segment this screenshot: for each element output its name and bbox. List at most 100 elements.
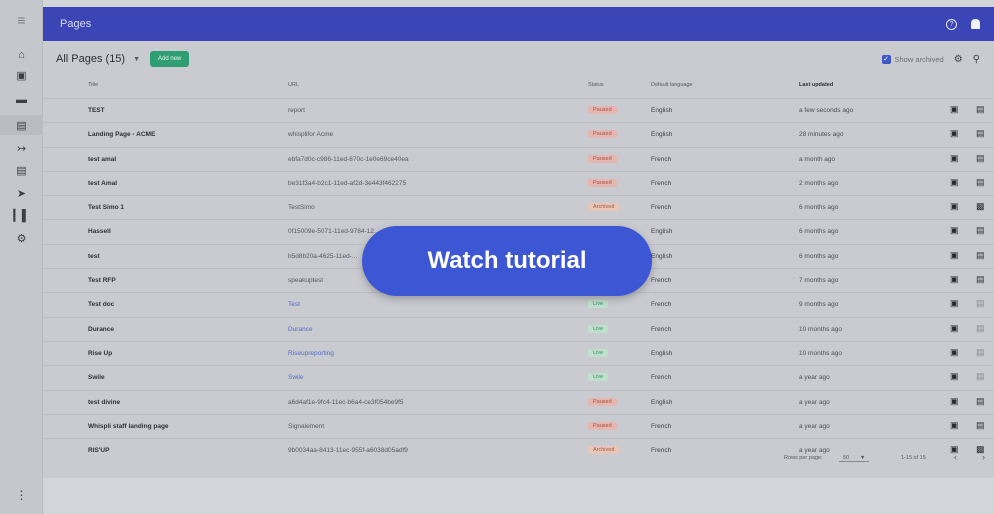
header-language[interactable]: Default language: [651, 82, 693, 88]
archive-icon[interactable]: ▤: [976, 347, 985, 358]
archive-icon[interactable]: ▤: [976, 323, 985, 334]
duplicate-icon[interactable]: ▣: [950, 177, 959, 188]
header-updated[interactable]: Last updated: [799, 82, 833, 88]
archive-icon[interactable]: ▤: [976, 274, 985, 285]
help-circle-icon[interactable]: ?: [946, 18, 957, 30]
row-title: Test Simo 1: [88, 204, 125, 212]
duplicate-icon[interactable]: ▣: [950, 347, 959, 358]
duplicate-icon[interactable]: ▣: [950, 201, 959, 212]
archive-icon[interactable]: ▤: [976, 298, 985, 309]
duplicate-icon[interactable]: ▣: [950, 371, 959, 382]
archive-icon[interactable]: ▤: [976, 128, 985, 139]
forward-icon[interactable]: ↣: [0, 138, 43, 158]
page-title: Pages: [60, 18, 92, 30]
folder-icon[interactable]: ▬: [0, 90, 43, 110]
table-row[interactable]: Swile Swile Live French a year ago ▣ ▤: [43, 365, 994, 389]
row-url: whisplifor Acme: [288, 131, 334, 139]
rows-per-page-select[interactable]: 50 ▼: [839, 455, 870, 462]
archive-icon[interactable]: ▤: [976, 250, 985, 261]
row-title: Test doc: [88, 301, 115, 309]
clipboard-icon[interactable]: ▤: [0, 160, 43, 180]
status-badge: Paused: [588, 178, 617, 187]
row-updated: 10 months ago: [799, 349, 843, 357]
row-url: b5d8b20a-4625-11ed-...: [288, 252, 358, 260]
row-url[interactable]: Swile: [288, 374, 304, 381]
table-row[interactable]: Landing Page - ACME whisplifor Acme Paused…: [43, 122, 994, 146]
image-icon[interactable]: ▤: [0, 115, 43, 135]
row-title: Swile: [88, 374, 105, 382]
add-new-button[interactable]: Add new: [150, 51, 190, 67]
menu-icon[interactable]: ≡: [0, 0, 43, 40]
row-updated: 6 months ago: [799, 204, 839, 212]
duplicate-icon[interactable]: ▣: [950, 396, 959, 407]
row-url: report: [288, 107, 305, 114]
duplicate-icon[interactable]: ▣: [950, 323, 959, 334]
table-row[interactable]: Rise Up Riseupreporting Live English 10 mont…: [43, 340, 994, 365]
table-row[interactable]: test divine a6d4af1e-9fc4-11ec-b6a4-ce3f0…: [43, 389, 994, 414]
archive-icon[interactable]: ▤: [976, 420, 985, 431]
table-pagination: Rows per page: 50 ▼ 1-15 of 15 ‹ ›: [43, 451, 994, 471]
watch-tutorial-button[interactable]: Watch tutorial: [362, 226, 652, 296]
row-updated: a year ago: [799, 374, 830, 382]
show-archived-label: Show archived: [894, 54, 944, 64]
archive-icon[interactable]: ▤: [976, 104, 985, 115]
archive-icon[interactable]: ▤: [976, 153, 985, 164]
status-badge: Live: [588, 324, 609, 333]
row-url[interactable]: Riseupreporting: [288, 350, 334, 357]
table-row[interactable]: test Amal be31f3a4-b2c1-11ed-af2d-3e443f4…: [43, 170, 994, 195]
duplicate-icon[interactable]: ▣: [950, 128, 959, 139]
header-title[interactable]: Title: [88, 82, 98, 88]
archive-icon[interactable]: ▤: [976, 371, 985, 382]
previous-page-icon[interactable]: ‹: [954, 452, 957, 462]
row-updated: a few seconds ago: [799, 107, 854, 114]
archive-icon[interactable]: ▤: [976, 177, 985, 188]
all-pages-dropdown[interactable]: All Pages (15) ▼: [56, 53, 140, 65]
row-url[interactable]: Durance: [288, 326, 313, 333]
row-language: English: [651, 349, 673, 357]
duplicate-icon[interactable]: ▣: [950, 274, 959, 285]
show-archived-toggle[interactable]: ✓ Show archived: [881, 54, 944, 64]
home-icon[interactable]: ⌂: [0, 45, 43, 65]
gear-icon[interactable]: ⚙: [0, 228, 43, 248]
archive-icon[interactable]: ▤: [976, 396, 985, 407]
side-rail: ≡ ⌂ ▣ ▬ ▤ ↣ ▤ ➤ ▎▌ ⚙ ⋮: [0, 0, 43, 514]
duplicate-icon[interactable]: ▣: [950, 420, 959, 431]
top-app-bar: Pages ?: [43, 7, 994, 41]
table-row[interactable]: test amal ebfa7d0c-c986-11ed-870c-1e0e69c…: [43, 146, 994, 171]
bar-chart-icon[interactable]: ▎▌: [0, 205, 43, 225]
row-updated: 6 months ago: [799, 252, 839, 260]
archive-icon[interactable]: ▤: [976, 225, 985, 236]
duplicate-icon[interactable]: ▣: [950, 225, 959, 236]
status-badge: Paused: [588, 421, 617, 430]
header-status[interactable]: Status: [588, 82, 604, 88]
table-row[interactable]: Test doc Test Live French 9 months ago ▣ ▤: [43, 292, 994, 316]
save-icon[interactable]: ▣: [0, 65, 43, 85]
flash-icon[interactable]: ➤: [0, 183, 43, 203]
search-icon[interactable]: ⚲: [973, 54, 980, 65]
settings-icon[interactable]: ⚙: [954, 54, 963, 65]
duplicate-icon[interactable]: ▣: [950, 153, 959, 164]
unarchive-icon[interactable]: ▩: [976, 201, 985, 212]
row-url[interactable]: Test: [288, 301, 300, 308]
row-updated: 9 months ago: [799, 301, 839, 309]
table-row[interactable]: TEST report Paused English a few seconds ago…: [43, 98, 994, 122]
more-vert-icon[interactable]: ⋮: [0, 488, 43, 502]
table-row[interactable]: Test Simo 1 TestSimo Archived French 6 month…: [43, 195, 994, 219]
duplicate-icon[interactable]: ▣: [950, 250, 959, 261]
row-language: English: [651, 398, 673, 406]
table-row[interactable]: Whispli staff landing page Signalement Pau…: [43, 413, 994, 438]
checkbox-checked-icon[interactable]: ✓: [881, 54, 891, 64]
duplicate-icon[interactable]: ▣: [950, 104, 959, 115]
duplicate-icon[interactable]: ▣: [950, 298, 959, 309]
table-header: Title URL Status Default language Last u…: [43, 82, 994, 96]
bell-icon[interactable]: [971, 19, 980, 29]
app-frame: ≡ ⌂ ▣ ▬ ▤ ↣ ▤ ➤ ▎▌ ⚙ ⋮ Pages ? All Pages…: [0, 0, 994, 514]
status-badge: Archived: [588, 203, 620, 212]
next-page-icon[interactable]: ›: [982, 452, 985, 462]
table-row[interactable]: Durance Durance Live French 10 months ago ▣ ▤: [43, 316, 994, 341]
row-title: Hassell: [88, 228, 111, 236]
row-language: French: [651, 301, 672, 309]
header-url[interactable]: URL: [288, 82, 299, 88]
status-badge: Live: [588, 373, 609, 382]
row-language: French: [651, 325, 672, 333]
